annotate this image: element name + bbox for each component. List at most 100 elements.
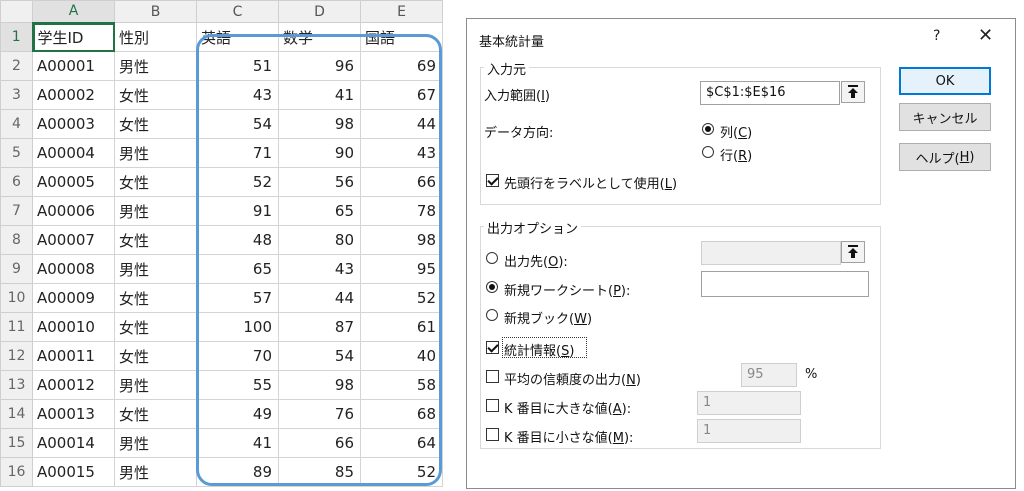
cell[interactable]: 女性 bbox=[114, 167, 197, 197]
cell[interactable]: A00010 bbox=[32, 312, 115, 342]
help-question-icon[interactable]: ? bbox=[933, 28, 940, 44]
kth-smallest-checkbox[interactable] bbox=[486, 428, 499, 441]
cell[interactable]: 67 bbox=[360, 80, 443, 110]
new-worksheet-label[interactable]: 新規ワークシート(P): bbox=[504, 280, 630, 299]
cell[interactable]: A00012 bbox=[32, 370, 115, 400]
cell[interactable]: 55 bbox=[196, 370, 279, 400]
cell[interactable]: 54 bbox=[196, 109, 279, 139]
new-worksheet-name-field[interactable] bbox=[701, 271, 869, 297]
close-icon[interactable]: ✕ bbox=[978, 25, 993, 46]
cell[interactable]: A00003 bbox=[32, 109, 115, 139]
cell[interactable]: 65 bbox=[196, 254, 279, 284]
cell[interactable]: 78 bbox=[360, 196, 443, 226]
column-header[interactable]: A bbox=[32, 0, 115, 24]
row-header[interactable]: 8 bbox=[0, 225, 33, 255]
labels-first-row-checkbox[interactable] bbox=[486, 174, 499, 187]
direction-column-label[interactable]: 列(C) bbox=[720, 122, 752, 141]
cell[interactable]: A00013 bbox=[32, 399, 115, 429]
direction-row-radio[interactable] bbox=[702, 146, 714, 158]
row-header[interactable]: 14 bbox=[0, 399, 33, 429]
cell[interactable]: 41 bbox=[278, 80, 361, 110]
cell[interactable]: 71 bbox=[196, 138, 279, 168]
summary-statistics-checkbox[interactable] bbox=[486, 341, 499, 354]
cell[interactable]: 43 bbox=[278, 254, 361, 284]
cell[interactable]: 男性 bbox=[114, 370, 197, 400]
cell[interactable]: 女性 bbox=[114, 312, 197, 342]
cell[interactable]: 100 bbox=[196, 312, 279, 342]
confidence-level-checkbox[interactable] bbox=[486, 370, 499, 383]
cell[interactable]: A00007 bbox=[32, 225, 115, 255]
cell[interactable]: 58 bbox=[360, 370, 443, 400]
new-worksheet-radio[interactable] bbox=[486, 281, 498, 293]
cell[interactable]: 性別 bbox=[114, 22, 197, 52]
row-header[interactable]: 1 bbox=[0, 22, 34, 52]
new-workbook-label[interactable]: 新規ブック(W) bbox=[504, 308, 592, 327]
row-header[interactable]: 16 bbox=[0, 457, 33, 487]
column-header[interactable]: B bbox=[114, 0, 197, 23]
cell[interactable]: 女性 bbox=[114, 80, 197, 110]
ok-button[interactable]: OK bbox=[899, 67, 991, 95]
cell[interactable]: A00011 bbox=[32, 341, 115, 371]
row-header[interactable]: 15 bbox=[0, 428, 33, 458]
cell[interactable]: 85 bbox=[278, 457, 361, 487]
cell[interactable]: 44 bbox=[360, 109, 443, 139]
dialog-titlebar[interactable]: 基本統計量 ? ✕ bbox=[467, 19, 1015, 57]
cell[interactable]: A00002 bbox=[32, 80, 115, 110]
kth-largest-checkbox[interactable] bbox=[486, 399, 499, 412]
kth-smallest-label[interactable]: K 番目に小さな値(M): bbox=[504, 427, 633, 446]
row-header[interactable]: 7 bbox=[0, 196, 33, 226]
cell[interactable]: 68 bbox=[360, 399, 443, 429]
output-range-radio[interactable] bbox=[486, 252, 498, 264]
cell[interactable]: 40 bbox=[360, 341, 443, 371]
cancel-button[interactable]: キャンセル bbox=[899, 103, 991, 131]
row-header[interactable]: 11 bbox=[0, 312, 33, 342]
cell[interactable]: 男性 bbox=[114, 428, 197, 458]
help-button[interactable]: ヘルプ(H) bbox=[899, 143, 991, 171]
direction-column-radio[interactable] bbox=[702, 123, 714, 135]
cell[interactable]: A00014 bbox=[32, 428, 115, 458]
input-range-collapse-button[interactable] bbox=[841, 81, 865, 103]
confidence-level-field[interactable]: 95 bbox=[741, 363, 797, 387]
cell[interactable]: 英語 bbox=[196, 22, 279, 52]
column-header[interactable]: C bbox=[196, 0, 279, 23]
cell[interactable]: 男性 bbox=[114, 254, 197, 284]
kth-smallest-field[interactable]: 1 bbox=[697, 419, 801, 443]
cell[interactable]: 76 bbox=[278, 399, 361, 429]
cell[interactable]: 80 bbox=[278, 225, 361, 255]
cell[interactable]: 98 bbox=[278, 109, 361, 139]
row-header[interactable]: 5 bbox=[0, 138, 33, 168]
cell[interactable]: 57 bbox=[196, 283, 279, 313]
output-range-field[interactable] bbox=[701, 241, 841, 265]
cell[interactable]: 43 bbox=[360, 138, 443, 168]
cell[interactable]: 女性 bbox=[114, 225, 197, 255]
cell[interactable]: 64 bbox=[360, 428, 443, 458]
cell[interactable]: 52 bbox=[360, 283, 443, 313]
row-header[interactable]: 4 bbox=[0, 109, 33, 139]
row-header[interactable]: 9 bbox=[0, 254, 33, 284]
row-header[interactable]: 10 bbox=[0, 283, 33, 313]
cell[interactable]: 98 bbox=[360, 225, 443, 255]
kth-largest-field[interactable]: 1 bbox=[697, 391, 801, 415]
cell[interactable]: 95 bbox=[360, 254, 443, 284]
cell[interactable]: 56 bbox=[278, 167, 361, 197]
confidence-level-label[interactable]: 平均の信頼度の出力(N) bbox=[504, 369, 641, 388]
cell[interactable]: 学生ID bbox=[32, 22, 115, 52]
cell[interactable]: 41 bbox=[196, 428, 279, 458]
new-workbook-radio[interactable] bbox=[486, 309, 498, 321]
cell[interactable]: 89 bbox=[196, 457, 279, 487]
cell[interactable]: 48 bbox=[196, 225, 279, 255]
cell[interactable]: 69 bbox=[360, 51, 443, 81]
cell[interactable]: 女性 bbox=[114, 283, 197, 313]
cell[interactable]: 男性 bbox=[114, 457, 197, 487]
cell[interactable]: A00008 bbox=[32, 254, 115, 284]
cell[interactable]: 数学 bbox=[278, 22, 361, 52]
cell[interactable]: 43 bbox=[196, 80, 279, 110]
row-header[interactable]: 13 bbox=[0, 370, 33, 400]
cell[interactable]: 44 bbox=[278, 283, 361, 313]
cell[interactable]: A00005 bbox=[32, 167, 115, 197]
cell[interactable]: 91 bbox=[196, 196, 279, 226]
cell[interactable]: 男性 bbox=[114, 138, 197, 168]
cell[interactable]: 90 bbox=[278, 138, 361, 168]
cell[interactable]: A00009 bbox=[32, 283, 115, 313]
select-all-corner[interactable] bbox=[0, 0, 33, 23]
